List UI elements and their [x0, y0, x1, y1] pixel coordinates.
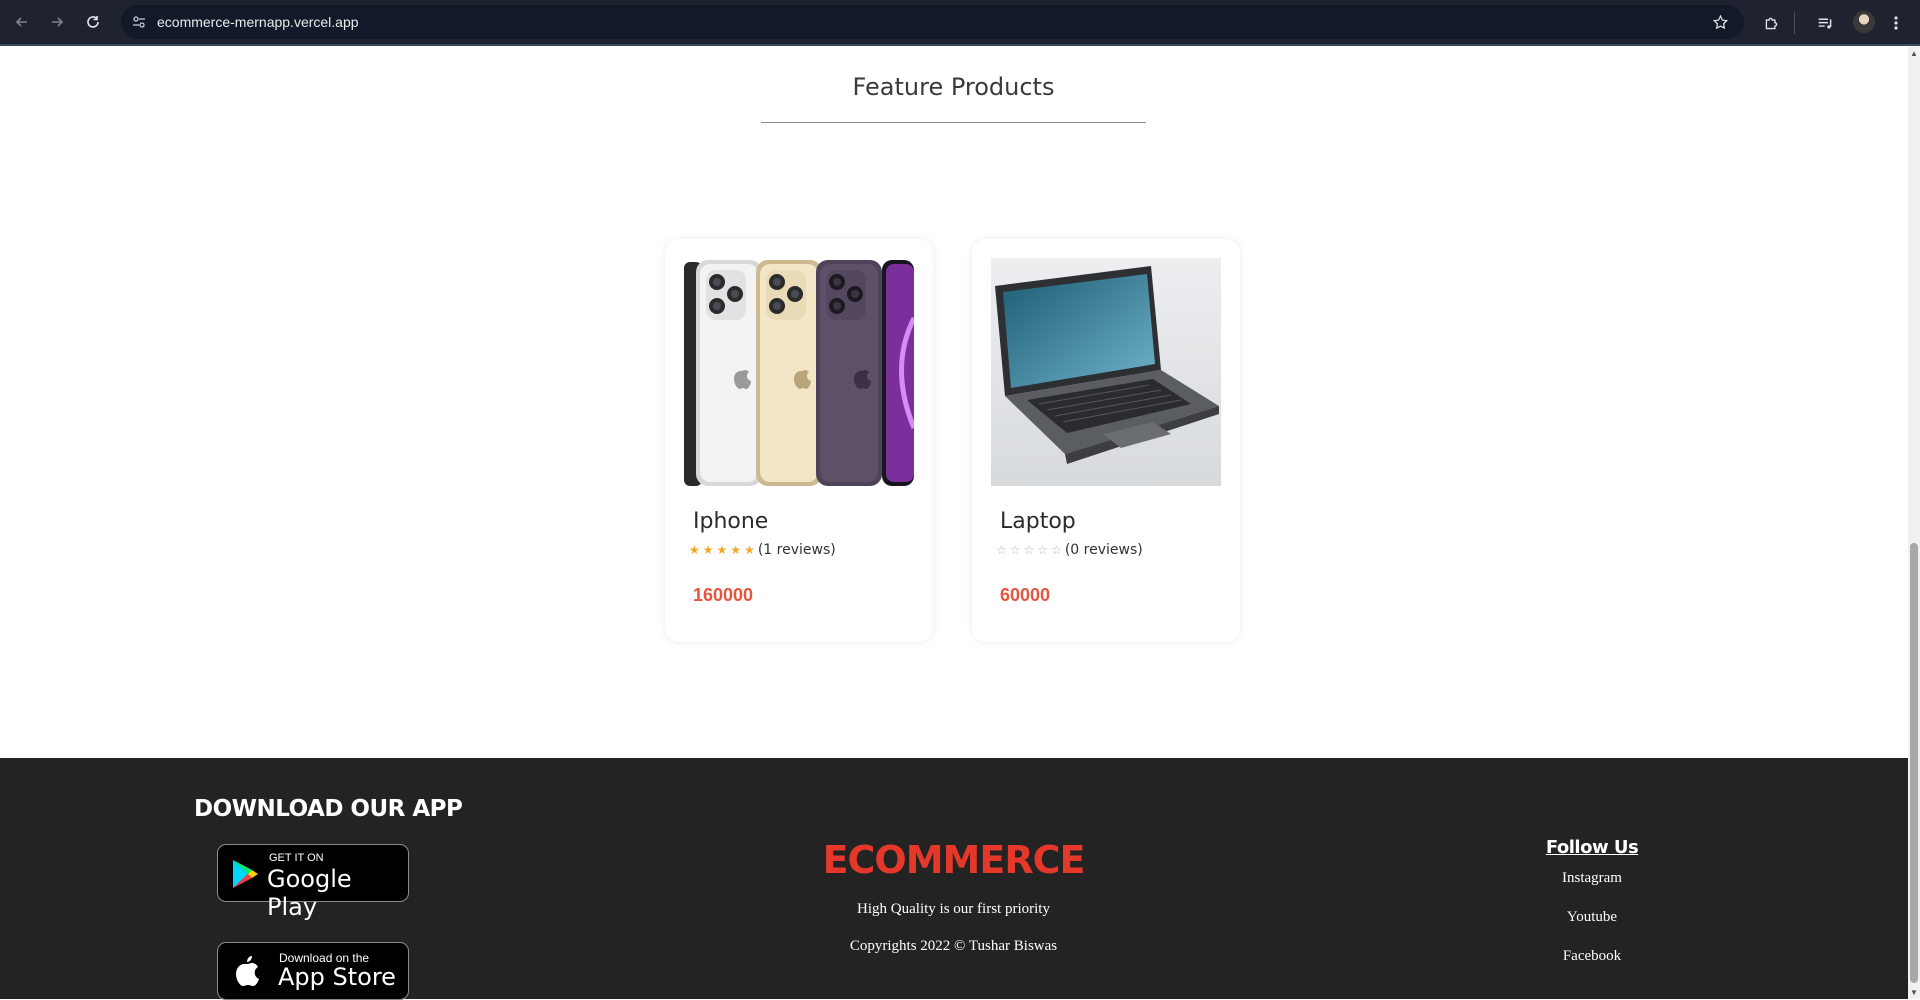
- toolbar-divider: [1794, 12, 1795, 34]
- review-count: (1 reviews): [757, 542, 836, 558]
- product-image-laptop: [991, 258, 1221, 486]
- social-link-instagram[interactable]: Instagram: [1530, 870, 1654, 887]
- star-empty-icon: ☆: [1051, 543, 1062, 557]
- address-bar[interactable]: ecommerce-mernapp.vercel.app: [121, 5, 1744, 39]
- reload-button[interactable]: [80, 9, 106, 35]
- star-empty-icon: ☆: [1037, 543, 1049, 557]
- section-title: Feature Products: [852, 73, 1055, 101]
- social-link-youtube[interactable]: Youtube: [1530, 909, 1654, 926]
- section-title-underline: [761, 122, 1146, 123]
- product-image-iphone: [684, 258, 914, 486]
- bookmark-star-icon[interactable]: [1708, 10, 1732, 34]
- brand-logo-text: ECOMMERCE: [822, 838, 1086, 882]
- google-play-icon: [233, 860, 258, 888]
- app-store-label: App Store: [278, 963, 396, 991]
- google-play-label: Google Play: [267, 865, 352, 921]
- footer: DOWNLOAD OUR APP GET IT ON Google Play D…: [0, 758, 1908, 1000]
- social-link-facebook[interactable]: Facebook: [1530, 948, 1654, 965]
- product-card[interactable]: Laptop ☆ ☆ ☆ ☆ ☆ (0 reviews) 60000: [972, 239, 1240, 642]
- scroll-up-arrow-icon[interactable]: ▲: [1908, 46, 1920, 60]
- product-price: 160000: [693, 585, 754, 605]
- scrollbar-thumb[interactable]: [1910, 543, 1918, 983]
- page-scrollbar[interactable]: ▲ ▼: [1908, 46, 1920, 999]
- review-count: (0 reviews): [1064, 542, 1143, 558]
- product-rating: ★ ★ ★ ★ ★ (1 reviews): [689, 542, 836, 558]
- star-empty-icon: ☆: [1023, 543, 1035, 557]
- product-name: Laptop: [1000, 509, 1076, 534]
- star-empty-icon: ☆: [1009, 543, 1021, 557]
- forward-button[interactable]: [44, 9, 70, 35]
- kebab-menu-icon: [1894, 16, 1898, 30]
- google-play-small-text: GET IT ON: [269, 852, 324, 864]
- url-text: ecommerce-mernapp.vercel.app: [157, 14, 359, 30]
- star-filled-icon: ★: [689, 543, 700, 557]
- playlist-icon: [1818, 18, 1831, 29]
- google-play-button[interactable]: GET IT ON Google Play: [217, 844, 409, 921]
- star-filled-icon: ★: [702, 543, 714, 557]
- browser-toolbar: ecommerce-mernapp.vercel.app: [0, 0, 1920, 46]
- arrow-right-icon: [52, 17, 64, 27]
- star-filled-icon: ★: [730, 543, 742, 557]
- extensions-button[interactable]: [1757, 9, 1785, 37]
- star-filled-icon: ★: [744, 543, 755, 557]
- menu-button[interactable]: [1882, 9, 1910, 37]
- reload-icon: [87, 16, 99, 28]
- scroll-down-arrow-icon[interactable]: ▼: [1908, 985, 1920, 999]
- footer-tagline: High Quality is our first priority: [857, 901, 1050, 917]
- profile-avatar[interactable]: [1853, 11, 1875, 33]
- site-info-icon[interactable]: [127, 10, 151, 34]
- product-rating: ☆ ☆ ☆ ☆ ☆ (0 reviews): [996, 542, 1143, 558]
- arrow-left-icon: [15, 17, 27, 27]
- app-store-button[interactable]: Download on the App Store: [217, 942, 409, 1000]
- footer-copyright: Copyrights 2022 © Tushar Biswas: [849, 938, 1058, 954]
- product-price: 60000: [1000, 585, 1051, 605]
- apple-icon: [236, 956, 259, 986]
- media-controls-button[interactable]: [1811, 9, 1839, 37]
- product-card[interactable]: Iphone ★ ★ ★ ★ ★ (1 reviews) 160000: [665, 239, 933, 642]
- back-button[interactable]: [9, 9, 35, 35]
- star-empty-icon: ☆: [996, 543, 1007, 557]
- star-filled-icon: ★: [716, 543, 728, 557]
- puzzle-icon: [1765, 17, 1777, 29]
- download-app-title: DOWNLOAD OUR APP: [194, 796, 463, 822]
- product-name: Iphone: [693, 509, 769, 534]
- follow-us-title: Follow Us: [1545, 837, 1639, 858]
